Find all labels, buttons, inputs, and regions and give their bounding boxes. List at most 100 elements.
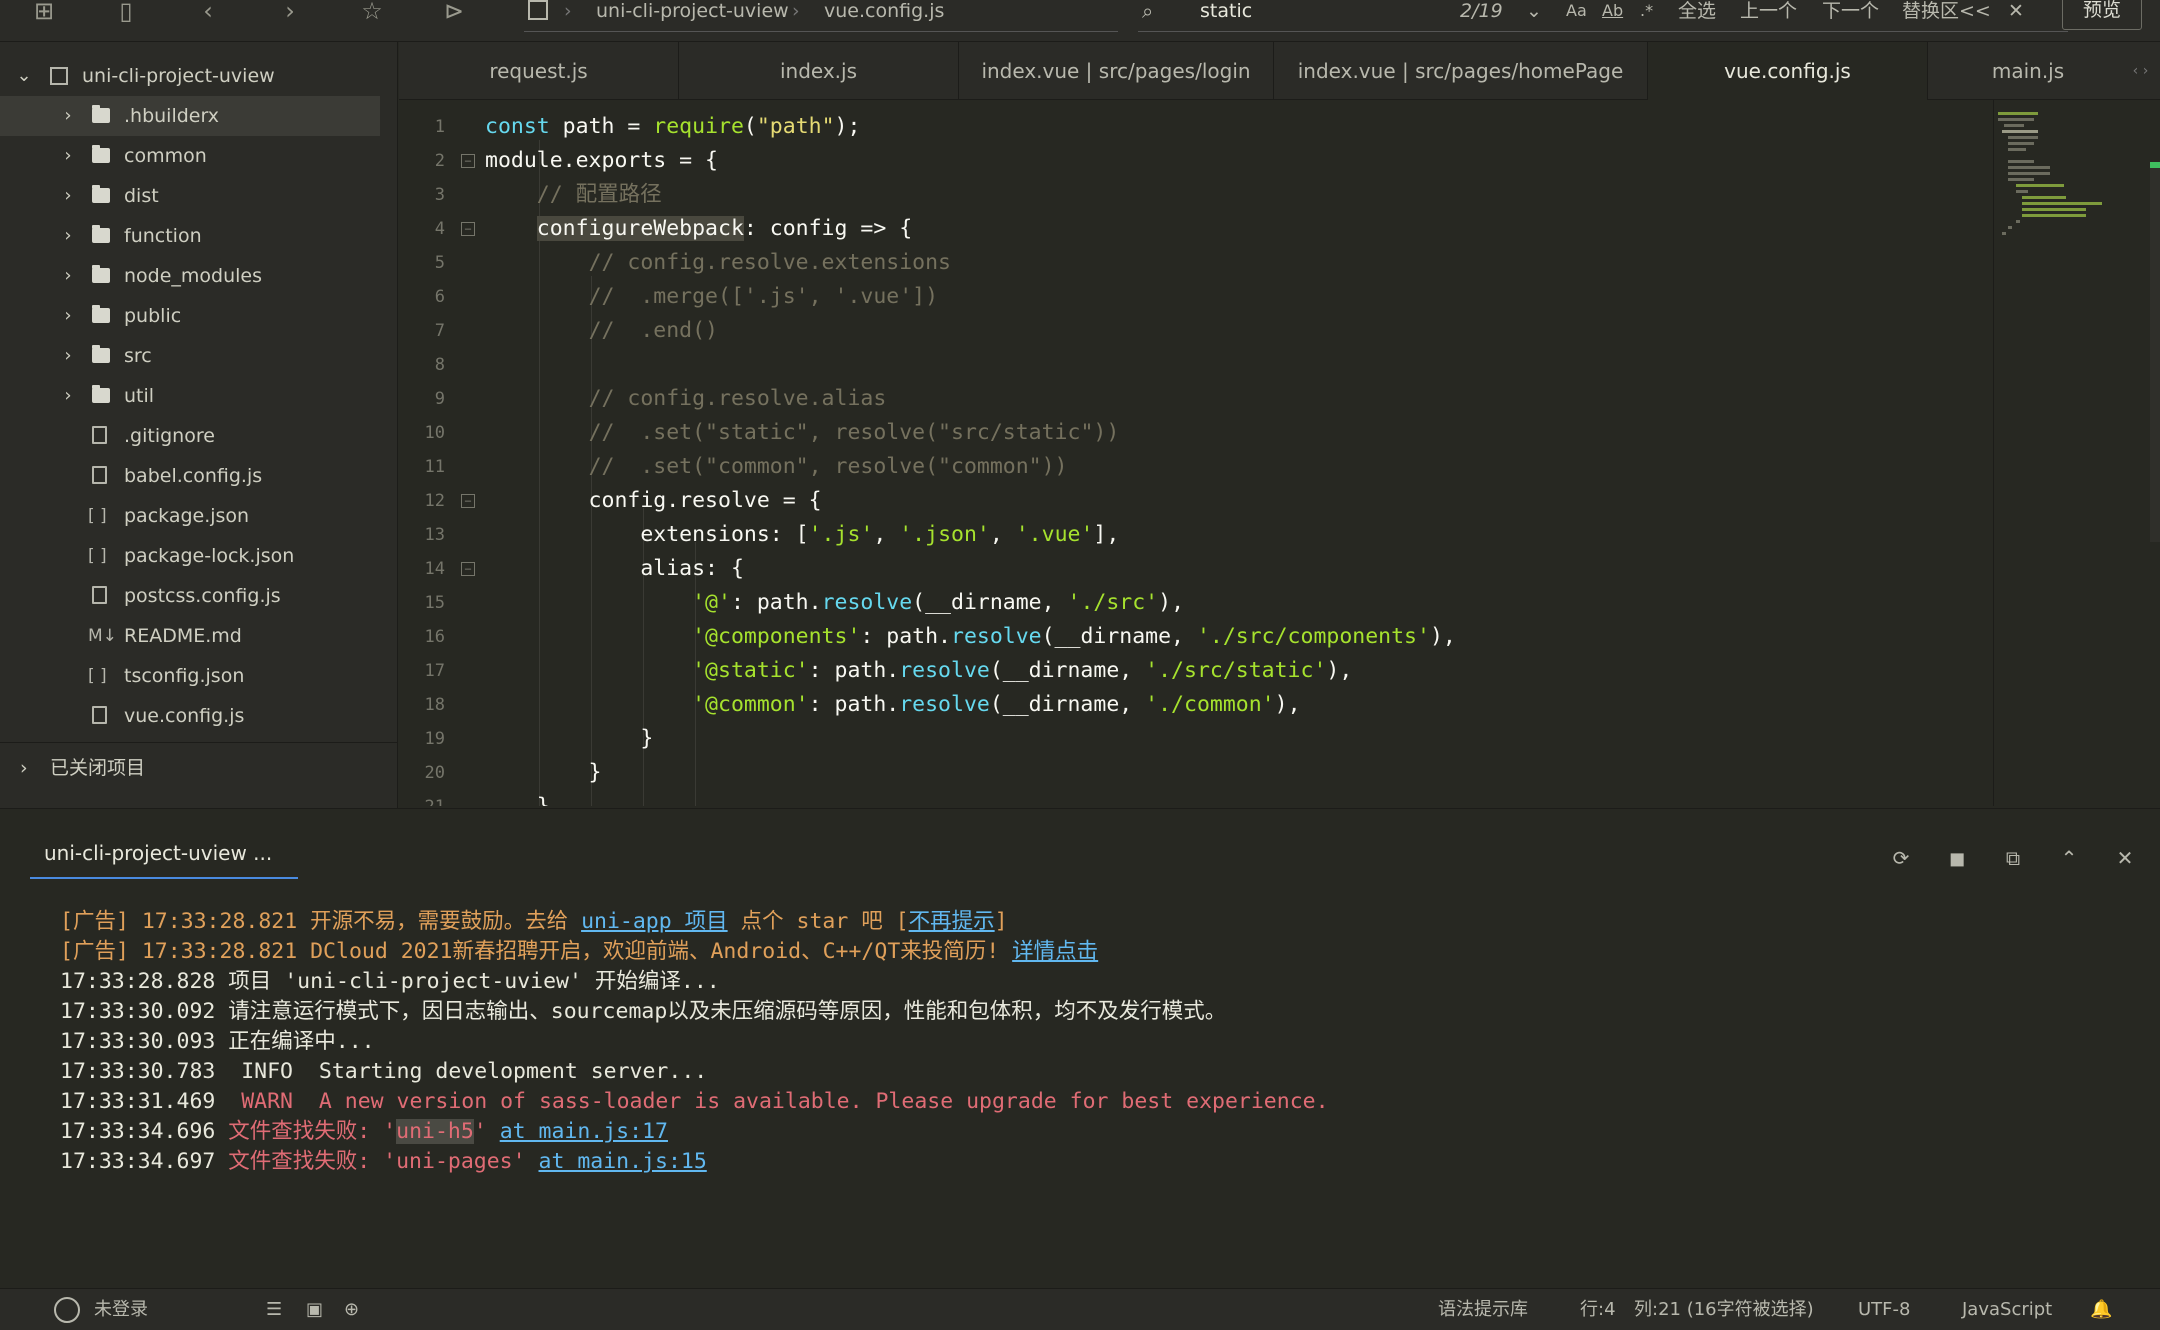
fold-toggle-icon[interactable]: − <box>461 154 475 168</box>
breadcrumb-project[interactable]: uni-cli-project-uview <box>596 0 789 22</box>
preview-button[interactable]: 预览 <box>2062 0 2142 30</box>
chevron-down-icon[interactable]: ⌄ <box>1526 0 1542 22</box>
open-external-icon[interactable]: ⧉ <box>1998 843 2028 873</box>
match-case-toggle[interactable]: Aa <box>1566 0 1587 22</box>
tab-main-js[interactable]: main.js <box>1928 42 2128 100</box>
code-line[interactable]: 3 // 配置路径 <box>399 178 1993 212</box>
syntax-hint-library[interactable]: 语法提示库 <box>1438 1289 1528 1330</box>
sidebar-item[interactable]: [ ] package.json <box>0 496 380 536</box>
code-line[interactable]: 8 <box>399 348 1993 382</box>
chevron-down-icon[interactable]: ⌄ <box>14 56 34 96</box>
sidebar-item[interactable]: › public <box>0 296 380 336</box>
sidebar-item[interactable]: › function <box>0 216 380 256</box>
sidebar-item[interactable]: M↓ README.md <box>0 616 380 656</box>
chevron-right-icon[interactable]: › <box>58 376 78 416</box>
chevron-right-icon[interactable]: › <box>20 743 28 793</box>
project-root[interactable]: ⌄ uni-cli-project-uview <box>0 56 380 96</box>
login-status[interactable]: 未登录 <box>94 1289 148 1330</box>
tab-scroll-arrows-icon[interactable]: ‹ › <box>2121 42 2160 100</box>
sidebar-item[interactable]: babel.config.js <box>0 456 380 496</box>
code-editor[interactable]: 1 const path = require("path"); 2− module.e… <box>399 100 1993 806</box>
chevron-right-icon[interactable]: › <box>58 336 78 376</box>
cursor-column[interactable]: 列:21 (16字符被选择) <box>1634 1289 1814 1330</box>
sidebar-item[interactable]: [ ] package-lock.json <box>0 536 380 576</box>
code-line[interactable]: 11 // .set("common", resolve("common")) <box>399 450 1993 484</box>
save-icon[interactable]: ▯ <box>108 0 144 26</box>
minimap[interactable] <box>1993 100 2160 806</box>
fold-toggle-icon[interactable]: − <box>461 222 475 236</box>
new-file-icon[interactable]: ⊞ <box>26 0 62 26</box>
code-line[interactable]: 15 '@': path.resolve(__dirname, './src')… <box>399 586 1993 620</box>
chevron-right-icon[interactable]: › <box>58 96 78 136</box>
tab-request-js[interactable]: request.js <box>399 42 679 100</box>
tab-vue-config-js[interactable]: vue.config.js <box>1648 42 1928 101</box>
sidebar-item[interactable]: › .hbuilderx <box>0 96 380 136</box>
sidebar-item[interactable]: .gitignore <box>0 416 380 456</box>
code-line[interactable]: 5 // config.resolve.extensions <box>399 246 1993 280</box>
maximize-icon[interactable]: ⌃ <box>2054 843 2084 873</box>
sidebar-item[interactable]: › util <box>0 376 380 416</box>
back-icon[interactable]: ‹ <box>190 0 226 26</box>
uniapp-project-link[interactable]: uni-app 项目 <box>581 909 728 934</box>
forward-icon[interactable]: › <box>272 0 308 26</box>
cursor-row[interactable]: 行:4 <box>1580 1289 1616 1330</box>
user-avatar-icon[interactable] <box>54 1297 80 1323</box>
prev-match-button[interactable]: 上一个 <box>1740 0 1797 22</box>
sidebar-item[interactable]: vue.config.js <box>0 696 380 736</box>
sidebar-item[interactable]: postcss.config.js <box>0 576 380 616</box>
regex-toggle[interactable]: .* <box>1640 0 1653 22</box>
sidebar-item[interactable]: › dist <box>0 176 380 216</box>
code-line[interactable]: 1 const path = require("path"); <box>399 110 1993 144</box>
code-line[interactable]: 19 } <box>399 722 1993 756</box>
language-mode[interactable]: JavaScript <box>1962 1289 2052 1330</box>
code-line[interactable]: 13 extensions: ['.js', '.json', '.vue'], <box>399 518 1993 552</box>
chevron-right-icon[interactable]: › <box>58 176 78 216</box>
code-line[interactable]: 9 // config.resolve.alias <box>399 382 1993 416</box>
terminal-icon[interactable]: ▣ <box>306 1289 323 1330</box>
tab-index-js[interactable]: index.js <box>679 42 959 100</box>
sidebar-item[interactable]: › node_modules <box>0 256 380 296</box>
select-all-button[interactable]: 全选 <box>1678 0 1716 22</box>
bell-icon[interactable]: 🔔 <box>2090 1289 2112 1330</box>
tab-index-vue-homepage[interactable]: index.vue | src/pages/homePage <box>1274 42 1648 100</box>
close-icon[interactable]: ✕ <box>2008 0 2024 22</box>
encoding[interactable]: UTF-8 <box>1858 1289 1910 1330</box>
star-icon[interactable]: ☆ <box>354 0 390 26</box>
code-line[interactable]: 10 // .set("static", resolve("src/static… <box>399 416 1993 450</box>
code-line[interactable]: 17 '@static': path.resolve(__dirname, '.… <box>399 654 1993 688</box>
chevron-right-icon[interactable]: › <box>58 216 78 256</box>
code-line[interactable]: 4 − configureWebpack: config => { <box>399 212 1993 246</box>
main-js-15-link[interactable]: at main.js:15 <box>539 1149 707 1174</box>
stop-icon[interactable]: ◼ <box>1942 843 1972 873</box>
chevron-right-icon[interactable]: › <box>58 136 78 176</box>
dont-show-link[interactable]: 不再提示 <box>909 909 995 934</box>
sidebar-item[interactable]: [ ] tsconfig.json <box>0 656 380 696</box>
replace-toggle-button[interactable]: 替换区<< <box>1902 0 1991 22</box>
globe-icon[interactable]: ⊕ <box>344 1289 359 1330</box>
search-input[interactable]: static <box>1200 0 1252 22</box>
code-line[interactable]: 12 − config.resolve = { <box>399 484 1993 518</box>
main-js-17-link[interactable]: at main.js:17 <box>500 1119 668 1144</box>
restart-icon[interactable]: ⟳ <box>1886 843 1916 873</box>
code-line[interactable]: 2 − module.exports = { <box>399 144 1993 178</box>
sidebar-item[interactable]: › src <box>0 336 380 376</box>
breadcrumb-file[interactable]: vue.config.js <box>824 0 944 22</box>
code-line[interactable]: 20 } <box>399 756 1993 790</box>
tab-index-vue-login[interactable]: index.vue | src/pages/login <box>959 42 1274 100</box>
chevron-right-icon[interactable]: › <box>58 256 78 296</box>
editor-scrollbar[interactable] <box>2150 162 2160 542</box>
code-line[interactable]: 7 // .end() <box>399 314 1993 348</box>
console-tab[interactable]: uni-cli-project-uview ... <box>30 833 298 879</box>
run-icon[interactable]: ⊳ <box>436 0 472 26</box>
code-line[interactable]: 21 } <box>399 790 1993 806</box>
list-icon[interactable]: ☰ <box>266 1289 282 1330</box>
next-match-button[interactable]: 下一个 <box>1822 0 1879 22</box>
fold-toggle-icon[interactable]: − <box>461 494 475 508</box>
match-word-toggle[interactable]: Ab <box>1602 0 1623 22</box>
code-line[interactable]: 16 '@components': path.resolve(__dirname… <box>399 620 1993 654</box>
code-line[interactable]: 6 // .merge(['.js', '.vue']) <box>399 280 1993 314</box>
chevron-right-icon[interactable]: › <box>58 296 78 336</box>
sidebar-item[interactable]: › common <box>0 136 380 176</box>
fold-toggle-icon[interactable]: − <box>461 562 475 576</box>
clear-console-icon[interactable]: ✕ <box>2110 843 2140 873</box>
